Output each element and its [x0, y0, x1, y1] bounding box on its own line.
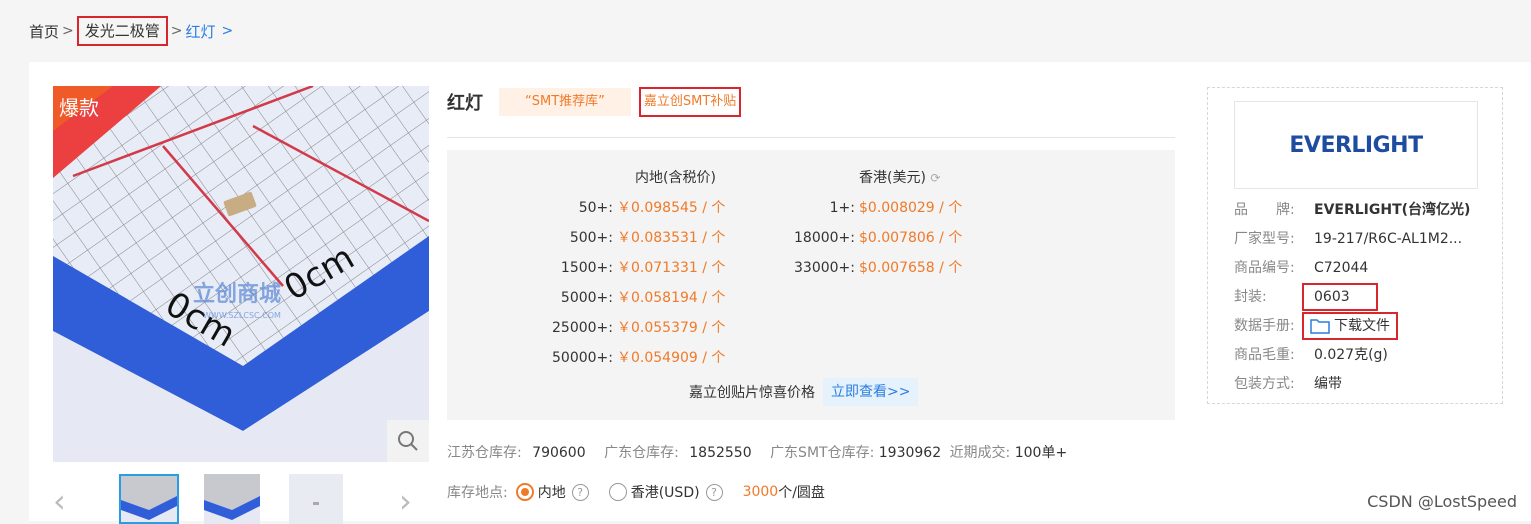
stock-value: 1930962: [878, 445, 942, 461]
attr-weight: 商品毛重: 0.027克(g): [1234, 346, 1388, 363]
promo-view-button[interactable]: 立即查看>>: [823, 378, 919, 406]
breadcrumb-separator: >: [62, 23, 74, 39]
mainland-price-column: 内地(含税价) 50+: ￥0.098545 / 个 500+: ￥0.083531…: [447, 168, 747, 378]
attribute-list: 品 牌: EVERLIGHT(台湾亿光) 厂家型号: 19-217/R6C-AL1M…: [1234, 195, 1470, 398]
attr-packing: 包装方式: 编带: [1234, 375, 1342, 392]
title-row: 红灯 “SMT推荐库” 嘉立创SMT补贴: [447, 87, 742, 117]
help-icon[interactable]: ?: [571, 483, 589, 501]
csdn-watermark: CSDN @LostSpeed: [1367, 492, 1517, 511]
breadcrumb: 首页 > 发光二极管 > 红灯 >: [29, 16, 236, 46]
location-label: 库存地点:: [447, 485, 508, 501]
smt-subsidy-tag[interactable]: 嘉立创SMT补贴: [638, 87, 742, 117]
brand-info-box: EVERLIGHT 品 牌: EVERLIGHT(台湾亿光) 厂家型号: 19-21…: [1207, 87, 1503, 404]
price-row: 33000+: $0.007658 / 个: [794, 260, 963, 276]
hot-badge: 爆款: [59, 96, 99, 120]
stock-label: 江苏仓库存:: [447, 445, 522, 461]
thumbnail-2[interactable]: [204, 474, 260, 524]
price-row: 5000+: ￥0.058194 / 个: [560, 290, 726, 306]
radio-mainland[interactable]: [515, 483, 534, 501]
breadcrumb-current[interactable]: 红灯: [186, 21, 216, 42]
price-row: 1+: $0.008029 / 个: [829, 200, 963, 216]
brand-logo[interactable]: EVERLIGHT: [1234, 101, 1478, 189]
breadcrumb-separator: >: [170, 23, 183, 39]
price-row: 50+: ￥0.098545 / 个: [578, 200, 726, 216]
attr-datasheet: 数据手册: 下载文件: [1234, 311, 1470, 340]
reel-quantity: 3000: [742, 484, 779, 500]
price-row: 25000+: ￥0.055379 / 个: [552, 320, 726, 336]
promo-text: 嘉立创贴片惊喜价格: [689, 385, 815, 401]
breadcrumb-category[interactable]: 发光二极管: [76, 16, 168, 46]
help-icon[interactable]: ?: [705, 483, 723, 501]
radio-hk-label[interactable]: 香港(USD): [631, 482, 700, 502]
product-photo: 0cm 0cm 立创商城 WWW.SZLCSC.COM: [53, 86, 429, 462]
stock-label: 近期成交:: [949, 445, 1011, 461]
thumb-next-arrow-icon[interactable]: ›: [399, 482, 412, 520]
hk-price-header: 香港(美元) ⟳: [859, 170, 941, 186]
svg-text:立创商城: 立创商城: [193, 281, 281, 307]
smt-promo: 嘉立创贴片惊喜价格 立即查看>>: [689, 378, 919, 406]
attr-brand: 品 牌: EVERLIGHT(台湾亿光): [1234, 201, 1471, 218]
magnifier-icon: [398, 431, 418, 451]
attr-package: 封装: 0603: [1234, 282, 1470, 311]
stock-value: 1852550: [689, 445, 752, 461]
price-row: 1500+: ￥0.071331 / 个: [560, 260, 726, 276]
radio-mainland-label[interactable]: 内地: [538, 482, 566, 502]
thumbnail-1[interactable]: [119, 474, 179, 524]
download-datasheet-link[interactable]: 下载文件: [1302, 311, 1398, 340]
stock-location: 库存地点: 内地 ? 香港(USD) ? 3000 个/圆盘: [447, 482, 825, 502]
thumbnail-3[interactable]: [289, 474, 343, 524]
stock-label: 广东仓库存:: [604, 445, 679, 461]
breadcrumb-home[interactable]: 首页: [29, 21, 59, 42]
price-table: 内地(含税价) 50+: ￥0.098545 / 个 500+: ￥0.083531…: [447, 150, 1175, 420]
price-row: 500+: ￥0.083531 / 个: [569, 230, 726, 246]
divider: [447, 137, 1175, 138]
price-row: 50000+: ￥0.054909 / 个: [552, 350, 726, 366]
stock-value: 790600: [532, 445, 586, 461]
reel-unit: 个/圆盘: [778, 485, 825, 501]
stock-info: 江苏仓库存: 790600 广东仓库存: 1852550 广东SMT仓库存: 1…: [447, 442, 1081, 462]
attr-product-code: 商品编号: C72044: [1234, 259, 1369, 276]
product-title: 红灯: [447, 93, 483, 114]
product-main-image[interactable]: 0cm 0cm 立创商城 WWW.SZLCSC.COM 爆款: [53, 86, 429, 462]
thumb-prev-arrow-icon[interactable]: ‹: [53, 482, 66, 520]
radio-hk[interactable]: [608, 483, 627, 501]
breadcrumb-separator: >: [221, 23, 234, 39]
stock-value: 100单+: [1014, 445, 1068, 461]
zoom-button[interactable]: [387, 420, 429, 462]
stock-label: 广东SMT仓库存:: [770, 445, 875, 461]
folder-icon: [1310, 318, 1330, 334]
mainland-price-header: 内地(含税价): [635, 170, 716, 186]
currency-switch-icon[interactable]: ⟳: [930, 171, 940, 185]
hk-price-column: 香港(美元) ⟳ 1+: $0.008029 / 个 18000+: $0.0078…: [767, 168, 1027, 288]
attr-model: 厂家型号: 19-217/R6C-AL1M2...: [1234, 230, 1463, 247]
product-panel: 0cm 0cm 立创商城 WWW.SZLCSC.COM 爆款 ‹ › 红灯 “S…: [29, 62, 1531, 524]
smt-recommend-tag[interactable]: “SMT推荐库”: [499, 88, 631, 116]
price-row: 18000+: $0.007806 / 个: [794, 230, 963, 246]
svg-text:WWW.SZLCSC.COM: WWW.SZLCSC.COM: [203, 311, 281, 320]
thumbnail-strip: ‹ ›: [53, 474, 429, 524]
